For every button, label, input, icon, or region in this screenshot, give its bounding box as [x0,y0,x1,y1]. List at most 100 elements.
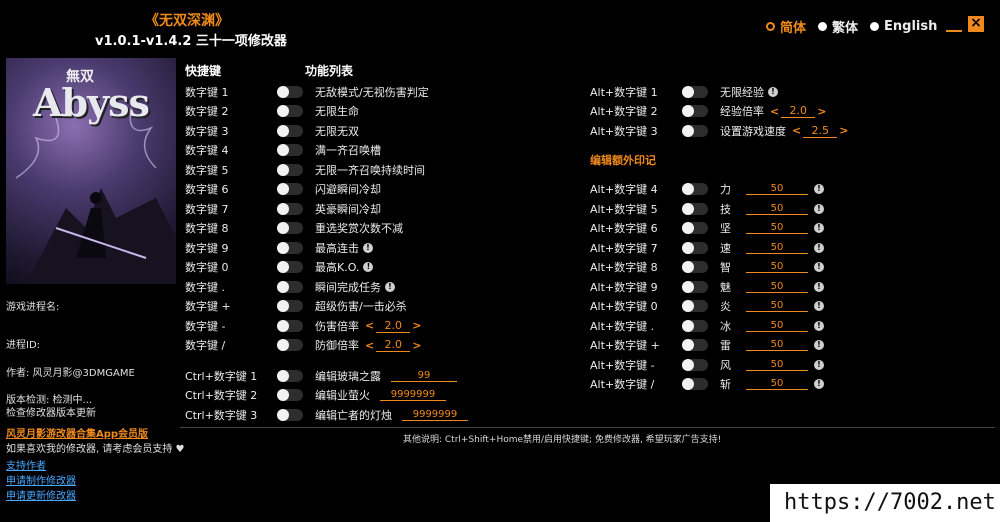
minimize-icon[interactable] [946,16,962,32]
process-name-label: 游戏进程名: [6,302,60,313]
value-field[interactable]: 50 [746,359,808,371]
info-icon[interactable]: ! [814,203,824,214]
info-icon[interactable]: ! [363,242,373,253]
increase-icon[interactable]: > [412,319,421,332]
info-icon[interactable]: ! [814,379,824,389]
info-icon[interactable]: ! [814,223,824,233]
radio-icon [766,22,775,31]
toggle-switch[interactable] [277,163,303,176]
heart-icon: ♥ [175,444,185,455]
decrease-icon[interactable]: < [792,124,801,137]
info-icon[interactable]: ! [385,281,395,292]
option-row: 数字键 - 伤害倍率 < 2.0 > [185,318,422,333]
increase-icon[interactable]: > [817,105,826,118]
value-field[interactable]: 50 [746,242,808,254]
toggle-switch[interactable] [277,408,303,421]
option-row: Alt+数字键 6 坚 50 ! [590,219,824,238]
option-row: 数字键 5 无限一齐召唤持续时间 [185,163,425,177]
column-functions: 功能列表 [305,64,354,78]
toggle-switch[interactable] [682,202,708,215]
toggle-switch[interactable] [277,280,303,293]
info-icon[interactable]: ! [814,184,824,194]
info-icon[interactable]: ! [814,359,824,370]
lang-simplified[interactable]: 简体 [766,17,806,36]
request-update-link[interactable]: 申请更新修改器 [6,487,76,502]
toggle-switch[interactable] [277,124,303,137]
info-icon[interactable]: ! [814,262,824,272]
support-author-link[interactable]: 支持作者 [6,457,46,472]
info-icon[interactable]: ! [814,242,824,253]
toggle-switch[interactable] [277,105,303,117]
option-row: 数字键 . 瞬间完成任务 ! [185,277,395,296]
value-field[interactable]: 9999999 [402,409,468,421]
toggle-switch[interactable] [682,85,708,98]
option-row: 数字键 1 无敌模式/无视伤害判定 [185,85,429,99]
option-row: 数字键 3 无限无双 [185,124,359,138]
toggle-switch[interactable] [277,241,303,254]
option-row: Alt+数字键 5 技 50 ! [590,199,824,218]
increase-icon[interactable]: > [839,124,848,137]
toggle-switch[interactable] [682,280,708,293]
value-stepper: < 2.0 > [365,318,422,333]
value-field[interactable]: 50 [746,378,808,390]
toggle-switch[interactable] [682,339,708,351]
value-field[interactable]: 50 [746,281,808,293]
toggle-switch[interactable] [277,319,303,332]
value-field[interactable]: 50 [746,203,808,215]
value-field[interactable]: 50 [746,222,808,234]
decrease-icon[interactable]: < [365,339,374,352]
toggle-switch[interactable] [277,202,303,215]
option-row: Alt+数字键 . 冰 50 ! [590,316,824,335]
radio-icon [818,22,828,31]
toggle-switch[interactable] [277,85,303,98]
toggle-switch[interactable] [277,144,303,156]
toggle-switch[interactable] [682,378,708,390]
toggle-switch[interactable] [682,319,708,332]
toggle-switch[interactable] [682,105,708,117]
value-field[interactable]: 50 [746,300,808,312]
decrease-icon[interactable]: < [770,105,779,118]
increase-icon[interactable]: > [412,339,421,352]
game-cover-image: 無双 Abyss [6,58,176,284]
option-row: Alt+数字键 - 风 50 ! [590,355,824,374]
lang-english[interactable]: English [870,19,937,34]
option-row: Alt+数字键 + 雷 50 ! [590,336,824,355]
info-icon[interactable]: ! [814,340,824,350]
toggle-switch[interactable] [277,183,303,195]
info-icon[interactable]: ! [814,301,824,311]
close-icon[interactable]: × [968,16,984,32]
value-field[interactable]: 50 [746,339,808,351]
toggle-switch[interactable] [277,369,303,382]
request-trainer-link[interactable]: 申请制作修改器 [6,472,76,487]
toggle-switch[interactable] [682,261,708,273]
toggle-switch[interactable] [277,339,303,351]
option-row: 数字键 8 重选奖赏次数不减 [185,222,403,235]
info-icon[interactable]: ! [363,262,374,272]
toggle-switch[interactable] [682,241,708,254]
lang-traditional[interactable]: 繁体 [818,17,858,36]
option-row: 数字键 2 无限生命 [185,105,359,118]
info-icon[interactable]: ! [768,86,778,97]
value-field[interactable]: 9999999 [380,389,446,401]
option-row: Alt+数字键 3 设置游戏速度 < 2.5 > [590,123,849,138]
value-field[interactable]: 50 [746,320,808,332]
toggle-switch[interactable] [682,222,708,234]
toggle-switch[interactable] [682,358,708,371]
info-icon[interactable]: ! [814,320,824,331]
option-row: Alt+数字键 9 魅 50 ! [590,277,824,296]
toggle-switch[interactable] [277,222,303,234]
info-icon[interactable]: ! [814,281,824,292]
app-member-link[interactable]: 风灵月影游改器合集App会员版 [6,425,148,440]
toggle-switch[interactable] [682,300,708,312]
option-row: 数字键 9 最高连击 ! [185,238,373,257]
toggle-switch[interactable] [277,300,303,312]
toggle-switch[interactable] [682,124,708,137]
value-field[interactable]: 50 [746,183,808,195]
decrease-icon[interactable]: < [365,319,374,332]
value-field[interactable]: 50 [746,261,808,273]
toggle-switch[interactable] [277,261,303,273]
author-label: 作者: 风灵月影@3DMGAME [6,368,135,379]
toggle-switch[interactable] [277,389,303,401]
value-field[interactable]: 99 [391,370,457,382]
toggle-switch[interactable] [682,183,708,195]
